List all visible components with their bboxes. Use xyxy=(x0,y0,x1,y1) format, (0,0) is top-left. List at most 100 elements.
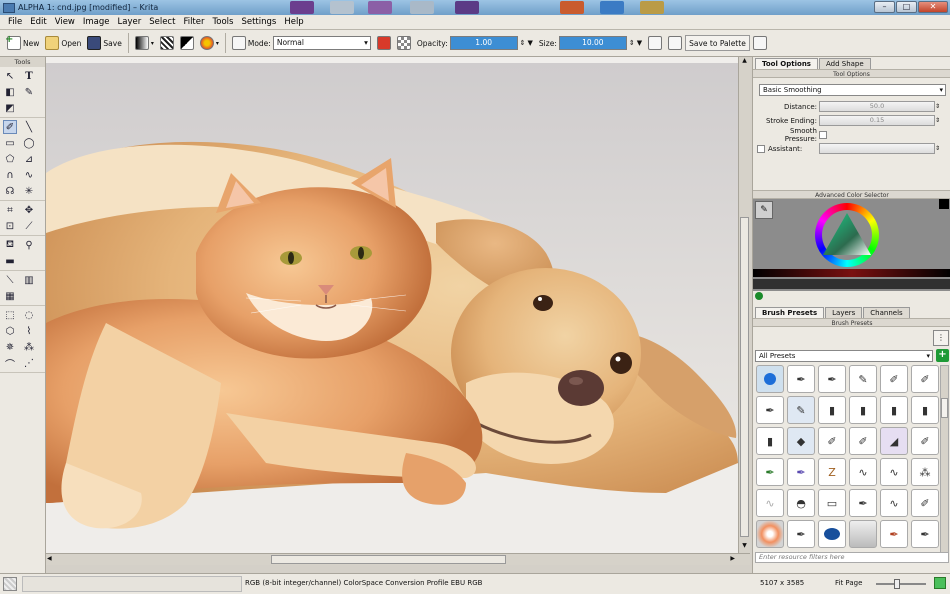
gradient-selector[interactable]: ▾ xyxy=(132,33,157,53)
brush-preset[interactable]: Z xyxy=(818,458,846,486)
bezier-tool[interactable]: ∩ xyxy=(3,168,17,182)
preset-scroll-thumb[interactable] xyxy=(941,398,948,418)
close-button[interactable]: ✕ xyxy=(918,1,948,13)
maximize-button[interactable]: □ xyxy=(896,1,917,13)
chevron-down-icon[interactable]: ▼ xyxy=(637,39,642,47)
opacity-slider[interactable]: 1.00 xyxy=(449,36,518,50)
bezier-select-tool[interactable]: ⌒ xyxy=(3,356,17,371)
scroll-left-icon[interactable]: ◀ xyxy=(47,555,52,562)
brush-preset[interactable]: ✒ xyxy=(787,520,815,548)
scroll-up-icon[interactable]: ▲ xyxy=(740,57,749,66)
spin-arrows-icon[interactable]: ⇕ xyxy=(935,117,943,124)
grid-tool[interactable]: ▦ xyxy=(3,289,17,303)
horizontal-scrollbar[interactable]: ◀ ▶ xyxy=(46,553,750,565)
brush-preset[interactable]: ✐ xyxy=(818,427,846,455)
brush-preset[interactable]: ▮ xyxy=(849,396,877,424)
spin-arrows-icon[interactable]: ⇕ xyxy=(935,145,943,152)
eyedropper-tool[interactable]: ⚲ xyxy=(22,238,36,252)
measure-tool[interactable]: ⟍ xyxy=(3,273,17,287)
new-button[interactable]: + New xyxy=(4,33,42,53)
dynamic-brush-tool[interactable]: ☊ xyxy=(3,184,17,198)
brush-preset[interactable]: ◢ xyxy=(880,427,908,455)
scroll-down-icon[interactable]: ▼ xyxy=(740,542,749,551)
move-tool[interactable]: ✥ xyxy=(22,203,36,217)
brush-preset[interactable]: ▭ xyxy=(818,489,846,517)
brush-preset[interactable]: ∿ xyxy=(880,489,908,517)
brush-preset[interactable]: ✐ xyxy=(911,365,939,393)
menu-view[interactable]: View xyxy=(51,17,79,27)
color-history-strip[interactable] xyxy=(753,269,950,277)
vertical-scrollbar[interactable]: ▲ ▼ xyxy=(738,57,750,553)
preserve-alpha-button[interactable] xyxy=(394,33,414,53)
eraser-mode-button[interactable] xyxy=(374,33,394,53)
advanced-color-selector[interactable]: ✎ xyxy=(753,199,950,291)
brush-preset-button[interactable]: ▾ xyxy=(197,33,222,53)
brush-preset[interactable]: ▮ xyxy=(756,427,784,455)
color-swap-button[interactable] xyxy=(177,33,197,53)
brush-preset[interactable]: ▮ xyxy=(880,396,908,424)
brush-preset[interactable] xyxy=(756,520,784,548)
save-button[interactable]: Save xyxy=(84,33,124,53)
brush-preset[interactable]: ▮ xyxy=(818,396,846,424)
assistant-checkbox[interactable] xyxy=(757,144,765,153)
tab-channels[interactable]: Channels xyxy=(863,307,910,318)
contiguous-select-tool[interactable]: ✵ xyxy=(3,340,17,354)
brush-preset[interactable]: ✒ xyxy=(880,520,908,548)
brush-preset[interactable]: ✒ xyxy=(911,520,939,548)
bucket-fill-tool[interactable]: ⛾ xyxy=(3,238,17,252)
tab-brush-presets[interactable]: Brush Presets xyxy=(755,307,825,318)
zoom-select[interactable]: Fit Page xyxy=(835,579,862,587)
open-button[interactable]: Open xyxy=(42,33,84,53)
add-preset-icon[interactable]: + xyxy=(936,349,949,362)
brush-preset[interactable]: ✒ xyxy=(756,458,784,486)
menu-settings[interactable]: Settings xyxy=(237,17,280,27)
path-select-tool[interactable]: ⋰ xyxy=(22,356,36,370)
rect-select-tool[interactable]: ⬚ xyxy=(3,308,17,322)
brush-preset[interactable]: ✒ xyxy=(818,365,846,393)
color-history-strip[interactable] xyxy=(753,279,950,289)
brush-preset[interactable]: ✒ xyxy=(787,458,815,486)
ruler-tool[interactable]: ▥ xyxy=(22,273,36,287)
menu-layer[interactable]: Layer xyxy=(114,17,146,27)
menu-select[interactable]: Select xyxy=(145,17,179,27)
brush-preset[interactable]: ✐ xyxy=(880,365,908,393)
menu-image[interactable]: Image xyxy=(79,17,114,27)
spin-arrows-icon[interactable]: ⇕ xyxy=(935,103,943,110)
stroke-ending-slider[interactable]: 0.15 xyxy=(819,115,935,126)
vertical-scroll-thumb[interactable] xyxy=(740,217,749,537)
polygon-tool[interactable]: ⬠ xyxy=(3,152,17,166)
line-tool[interactable]: ╲ xyxy=(22,120,36,134)
fill-tool[interactable]: ◧ xyxy=(3,85,17,99)
text-tool[interactable]: T xyxy=(22,69,36,83)
ellipse-select-tool[interactable]: ◌ xyxy=(22,308,36,322)
smoothing-select[interactable]: Basic Smoothing ▾ xyxy=(759,84,946,96)
horizontal-scroll-thumb[interactable] xyxy=(271,555,506,564)
tab-layers[interactable]: Layers xyxy=(825,307,863,318)
preset-filter-select[interactable]: All Presets ▾ xyxy=(755,349,933,362)
freehand-path-tool[interactable]: ∿ xyxy=(22,168,36,182)
selection-mode-icon[interactable] xyxy=(3,577,17,591)
tab-tool-options[interactable]: Tool Options xyxy=(755,58,818,69)
brush-preset[interactable]: ✐ xyxy=(911,427,939,455)
gradient-tool[interactable]: ◩ xyxy=(3,101,17,115)
brush-preset[interactable] xyxy=(818,520,846,548)
scroll-right-icon[interactable]: ▶ xyxy=(730,555,735,562)
menu-file[interactable]: File xyxy=(4,17,26,27)
polyline-tool[interactable]: ⊿ xyxy=(22,152,36,166)
brush-preset[interactable] xyxy=(756,365,784,393)
brush-preset[interactable]: ✐ xyxy=(849,427,877,455)
brush-preset[interactable]: ✐ xyxy=(911,489,939,517)
brush-preset[interactable]: ▮ xyxy=(911,396,939,424)
gradient-fill-tool[interactable]: ▬ xyxy=(3,254,17,268)
canvas-only-icon[interactable] xyxy=(934,577,946,589)
brush-preset[interactable]: ◓ xyxy=(787,489,815,517)
spin-arrows-icon[interactable]: ⇕ xyxy=(629,39,635,47)
preset-view-options-icon[interactable]: ⋮ xyxy=(933,330,949,346)
perspective-tool[interactable]: ⟋ xyxy=(22,219,36,233)
freehand-brush-tool[interactable]: ✐ xyxy=(3,120,17,134)
rectangle-tool[interactable]: ▭ xyxy=(3,136,17,150)
similar-select-tool[interactable]: ⁂ xyxy=(22,340,36,354)
save-to-palette-button[interactable]: Save to Palette xyxy=(685,35,750,51)
multibrush-tool[interactable]: ✳ xyxy=(22,184,36,198)
brush-preset[interactable]: ✒ xyxy=(756,396,784,424)
